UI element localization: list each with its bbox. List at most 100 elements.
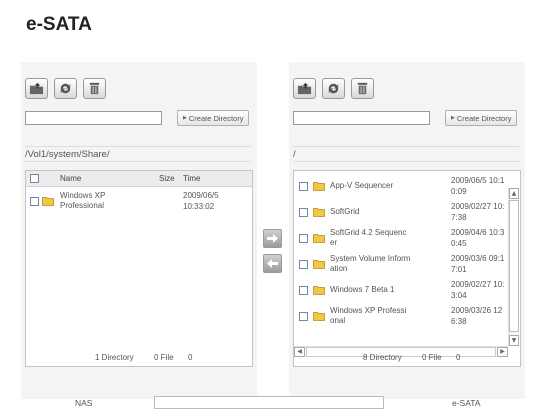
refresh-icon (60, 83, 71, 94)
row-time-line2: 10:33:02 (183, 202, 215, 211)
row-time-line2: 7:38 (451, 213, 467, 222)
row-name-line1: Windows XP (60, 191, 106, 200)
transfer-progress-bar (154, 396, 384, 409)
copy-right-button[interactable] (263, 229, 282, 248)
right-toolbar (293, 78, 374, 99)
file-count: 0 File (422, 353, 442, 362)
trash-icon (89, 82, 100, 95)
scroll-thumb[interactable] (509, 200, 519, 332)
column-time: Time (183, 174, 201, 183)
create-directory-label: Create Directory (456, 113, 512, 123)
copy-left-button[interactable] (263, 254, 282, 273)
row-name-line1: Windows XP Professi (330, 306, 407, 315)
folder-icon (313, 233, 325, 243)
refresh-button[interactable] (322, 78, 345, 99)
row-checkbox[interactable] (30, 197, 39, 206)
column-name: Name (60, 174, 82, 183)
right-file-list: App-V Sequencer 2009/06/5 10:1 0:09 SoftGri… (293, 170, 521, 367)
list-header: Name Size Time (26, 171, 252, 187)
row-time-line1: 2009/06/5 (183, 191, 219, 200)
right-panel: ▶ Create Directory / App-V Sequencer 2009… (289, 62, 525, 399)
file-count: 0 File (154, 353, 174, 362)
triangle-right-icon: ▶ (183, 115, 187, 121)
right-directory-input[interactable] (293, 111, 430, 125)
triangle-right-icon: ▶ (451, 115, 455, 121)
footer: NAS e-SATA (0, 392, 550, 416)
row-checkbox[interactable] (299, 208, 308, 217)
row-time-line1: 2009/04/6 10:3 (451, 228, 505, 237)
arrow-right-icon (267, 234, 278, 243)
refresh-icon (328, 83, 339, 94)
upload-folder-button[interactable] (25, 78, 48, 99)
page-title: e-SATA (26, 14, 92, 35)
target-label: e-SATA (452, 398, 481, 408)
folder-icon (313, 259, 325, 269)
row-time-line1: 2009/02/27 10: (451, 280, 505, 289)
folder-icon (42, 196, 54, 206)
folder-icon (313, 207, 325, 217)
delete-button[interactable] (351, 78, 374, 99)
left-file-list: Name Size Time Windows XP Professional 2… (25, 170, 253, 367)
scroll-right-icon[interactable]: ▶ (497, 347, 508, 357)
upload-folder-icon (29, 82, 44, 95)
scroll-down-icon[interactable]: ▼ (509, 335, 519, 346)
column-size: Size (159, 174, 175, 183)
row-time-line1: 2009/03/6 09:1 (451, 254, 505, 263)
folder-icon (313, 311, 325, 321)
row-time-line1: 2009/02/27 10: (451, 202, 505, 211)
row-checkbox[interactable] (299, 260, 308, 269)
total-size: 0 (456, 353, 461, 362)
left-path: /Vol1/system/Share/ (25, 146, 251, 162)
left-toolbar (25, 78, 106, 99)
left-directory-input[interactable] (25, 111, 162, 125)
row-checkbox[interactable] (299, 286, 308, 295)
delete-button[interactable] (83, 78, 106, 99)
row-checkbox[interactable] (299, 312, 308, 321)
transfer-buttons (263, 229, 282, 273)
right-rows: App-V Sequencer 2009/06/5 10:1 0:09 SoftGri… (294, 175, 520, 331)
create-directory-label: Create Directory (188, 113, 244, 123)
row-name-line2: ation (330, 264, 348, 273)
row-name-line1: SoftGrid 4.2 Sequenc (330, 228, 407, 237)
row-name-line1: Windows 7 Beta 1 (330, 285, 395, 294)
source-label: NAS (75, 398, 93, 408)
upload-folder-icon (297, 82, 312, 95)
row-checkbox[interactable] (299, 234, 308, 243)
total-size: 0 (188, 353, 193, 362)
scroll-left-icon[interactable]: ◀ (294, 347, 305, 357)
scroll-up-icon[interactable]: ▲ (509, 188, 519, 199)
upload-folder-button[interactable] (293, 78, 316, 99)
row-time-line2: 6:38 (451, 317, 467, 326)
folder-icon (313, 285, 325, 295)
left-panel: ▶ Create Directory /Vol1/system/Share/ N… (21, 62, 257, 399)
list-item[interactable]: App-V Sequencer 2009/06/5 10:1 0:09 (294, 175, 520, 201)
directory-count: 8 Directory (363, 353, 402, 362)
refresh-button[interactable] (54, 78, 77, 99)
row-time-line2: 0:09 (451, 187, 467, 196)
list-item[interactable]: SoftGrid 2009/02/27 10: 7:38 (294, 201, 520, 227)
row-name-line1: System Volume Inform (330, 254, 411, 263)
list-item[interactable]: Windows XP Professional 2009/06/5 10:33:… (26, 190, 252, 216)
row-time-line2: 3:04 (451, 291, 467, 300)
folder-icon (313, 181, 325, 191)
list-item[interactable]: SoftGrid 4.2 Sequenc er 2009/04/6 10:3 0:45 (294, 227, 520, 253)
row-name-line1: SoftGrid (330, 207, 360, 216)
arrow-left-icon (267, 259, 278, 268)
list-item[interactable]: System Volume Inform ation 2009/03/6 09:1 7… (294, 253, 520, 279)
list-item[interactable]: Windows 7 Beta 1 2009/02/27 10: 3:04 (294, 279, 520, 305)
row-name-line2: onal (330, 316, 346, 325)
trash-icon (357, 82, 368, 95)
row-name-line1: App-V Sequencer (330, 181, 394, 190)
row-checkbox[interactable] (299, 182, 308, 191)
right-create-directory-button[interactable]: ▶ Create Directory (445, 110, 518, 126)
directory-count: 1 Directory (95, 353, 134, 362)
left-create-directory-button[interactable]: ▶ Create Directory (177, 110, 250, 126)
row-time-line2: 0:45 (451, 239, 467, 248)
row-time-line1: 2009/06/5 10:1 (451, 176, 505, 185)
right-path: / (293, 146, 519, 162)
select-all-checkbox[interactable] (30, 174, 39, 183)
row-name-line2: er (330, 238, 338, 247)
list-item[interactable]: Windows XP Professi onal 2009/03/26 12 6:38 (294, 305, 520, 331)
row-time-line2: 7:01 (451, 265, 467, 274)
vertical-scrollbar[interactable]: ▲ ▼ (508, 188, 519, 346)
